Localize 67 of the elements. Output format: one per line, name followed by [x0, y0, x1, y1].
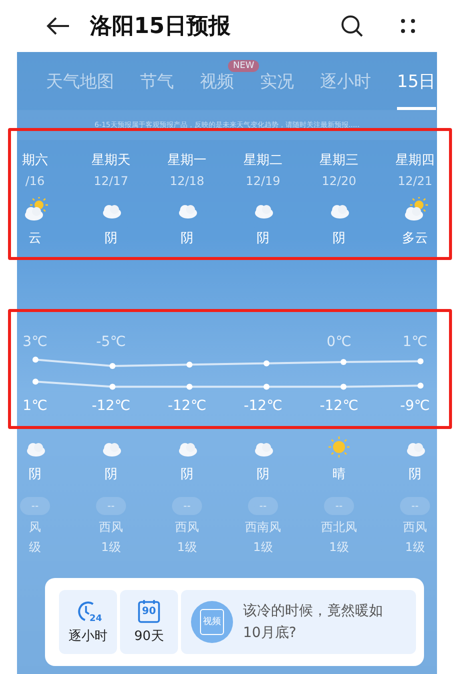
air-quality-pill: -- [400, 497, 430, 515]
sun-cloud-icon [22, 197, 48, 221]
tab[interactable]: 天气地图 [46, 52, 114, 110]
video-icon: 视频 [191, 601, 233, 643]
wind-level: 级 [29, 538, 41, 556]
weekday-label: 星期三 [320, 152, 358, 169]
date-label: 12/21 [398, 174, 432, 188]
date-label: 12/18 [170, 174, 204, 188]
sun-cloud-icon [402, 197, 428, 221]
low-temp: -9℃ [400, 398, 430, 414]
wind-level: 1级 [405, 538, 425, 556]
shortcut-button[interactable]: 24 逐小时 [59, 590, 117, 654]
wind-direction: 西北风 [321, 518, 357, 536]
low-temp: -12℃ [168, 398, 206, 414]
tab[interactable]: 节气 [140, 52, 174, 110]
date-label: 12/19 [246, 174, 280, 188]
high-temp: 0℃ [326, 334, 352, 350]
condition-label: 晴 [332, 466, 346, 483]
new-badge: NEW [228, 60, 260, 72]
video-promo[interactable]: 视频 该冷的时候，竟然暖如10月底? [181, 590, 416, 654]
condition-label: 阴 [180, 230, 194, 247]
air-quality-pill: -- [172, 497, 202, 515]
wind-direction: 西风 [175, 518, 199, 536]
wind-direction: 西南风 [245, 518, 281, 536]
wind-direction: 西风 [99, 518, 123, 536]
wind-level: 1级 [329, 538, 349, 556]
low-temp: -12℃ [320, 398, 358, 414]
weekday-label: 星期二 [244, 152, 282, 169]
tab[interactable]: 15日 [397, 52, 436, 110]
low-temp: -12℃ [92, 398, 130, 414]
date-label: 12/20 [322, 174, 356, 188]
condition-label: 阴 [332, 230, 346, 247]
weekday-label: 期六 [22, 152, 48, 169]
condition-label: 阴 [408, 466, 422, 483]
shortcut-button[interactable]: 90 90天 [120, 590, 178, 654]
condition-label: 多云 [402, 230, 428, 247]
condition-label: 阴 [180, 466, 194, 483]
condition-label: 阴 [104, 466, 118, 483]
calendar-icon: 90 [136, 599, 162, 623]
wind-level: 1级 [101, 538, 121, 556]
weekday-label: 星期四 [396, 152, 434, 169]
condition-label: 阴 [256, 230, 270, 247]
tab[interactable]: 逐小时 [320, 52, 371, 110]
condition-label: 阴 [104, 230, 118, 247]
wind-direction: 西风 [403, 518, 427, 536]
high-temp: -5℃ [96, 334, 126, 350]
air-quality-pill: -- [248, 497, 278, 515]
high-temp: 1℃ [402, 334, 428, 350]
condition-label: 阴 [28, 466, 42, 483]
air-quality-pill: -- [324, 497, 354, 515]
wind-level: 1级 [177, 538, 197, 556]
air-quality-pill: -- [96, 497, 126, 515]
high-temp: 3℃ [22, 334, 48, 350]
wind-direction: 风 [29, 518, 41, 536]
page-title: 洛阳15日预报 [90, 13, 232, 41]
weekday-label: 星期一 [168, 152, 206, 169]
sun-icon [326, 434, 352, 460]
date-label: 12/17 [94, 174, 128, 188]
air-quality-pill: -- [20, 497, 50, 515]
low-temp: 1℃ [22, 398, 48, 414]
low-temp: -12℃ [244, 398, 282, 414]
weekday-label: 星期天 [92, 152, 130, 169]
date-label: /16 [25, 174, 45, 188]
condition-label: 阴 [256, 466, 270, 483]
condition-label: 云 [28, 230, 42, 247]
wind-level: 1级 [253, 538, 273, 556]
tab[interactable]: 实况 [260, 52, 294, 110]
